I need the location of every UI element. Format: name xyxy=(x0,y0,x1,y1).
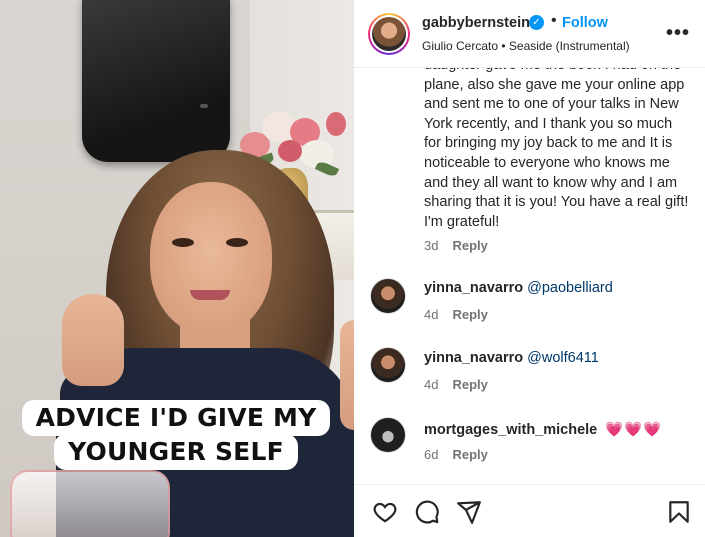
commenter-avatar[interactable] xyxy=(370,278,406,314)
comment-meta: 4d Reply xyxy=(424,377,488,392)
comment-icon[interactable] xyxy=(414,499,440,525)
comment-meta: 3d Reply xyxy=(424,238,488,253)
commenter-avatar[interactable] xyxy=(370,347,406,383)
caption-line-2: YOUNGER SELF xyxy=(54,434,298,470)
post-side-panel: gabbybernstein ✓ • Follow Giulio Cercato… xyxy=(354,0,705,537)
more-options-icon[interactable]: ••• xyxy=(666,22,690,45)
heart-icon[interactable] xyxy=(372,499,398,525)
reel-video[interactable]: ADVICE I'D GIVE MY YOUNGER SELF xyxy=(0,0,354,537)
eye xyxy=(172,238,194,247)
post-actions-bar xyxy=(354,484,705,537)
list-item: yinna_navarro @wolf6411 xyxy=(424,350,599,366)
bookmark-icon[interactable] xyxy=(666,499,692,525)
header-separator: • xyxy=(551,12,557,29)
person-hand xyxy=(62,294,124,386)
comment-time[interactable]: 4d xyxy=(424,307,438,322)
share-icon[interactable] xyxy=(456,499,482,525)
audio-attribution[interactable]: Giulio Cercato • Seaside (Instrumental) xyxy=(422,39,630,53)
commenter-username[interactable]: mortgages_with_michele xyxy=(424,422,597,438)
reply-button[interactable]: Reply xyxy=(452,238,487,253)
video-caption: ADVICE I'D GIVE MY YOUNGER SELF xyxy=(21,400,331,470)
comment-time[interactable]: 6d xyxy=(424,447,438,462)
comment-text: daughter gave me the book I had on the p… xyxy=(424,68,689,230)
comments-thread[interactable]: daughter gave me the book I had on the p… xyxy=(354,68,705,480)
comment-time[interactable]: 3d xyxy=(424,238,438,253)
list-item: yinna_navarro @paobelliard xyxy=(424,280,613,296)
commenter-avatar[interactable] xyxy=(370,417,406,453)
list-item: mortgages_with_michele 💗💗💗 xyxy=(424,421,662,438)
comment-text: 💗💗💗 xyxy=(605,422,663,438)
reply-button[interactable]: Reply xyxy=(452,377,487,392)
commenter-username[interactable]: yinna_navarro xyxy=(424,350,523,366)
towel-dispenser xyxy=(82,0,230,162)
flower xyxy=(278,140,302,162)
person-face xyxy=(150,182,272,334)
person-hand-right xyxy=(340,320,354,430)
caption-line-1: ADVICE I'D GIVE MY xyxy=(21,400,331,436)
author-username[interactable]: gabbybernstein xyxy=(422,15,530,31)
commenter-username[interactable]: yinna_navarro xyxy=(424,280,523,296)
comment-meta: 4d Reply xyxy=(424,307,488,322)
author-avatar[interactable] xyxy=(368,13,410,55)
reply-button[interactable]: Reply xyxy=(452,447,487,462)
avatar-image xyxy=(372,17,406,51)
reply-button[interactable]: Reply xyxy=(452,307,487,322)
verified-badge-icon: ✓ xyxy=(529,15,544,30)
comment-meta: 6d Reply xyxy=(424,447,488,462)
comment-mention[interactable]: @paobelliard xyxy=(527,280,613,296)
clear-pouch xyxy=(10,470,170,537)
eye xyxy=(226,238,248,247)
comment-time[interactable]: 4d xyxy=(424,377,438,392)
follow-button[interactable]: Follow xyxy=(562,15,608,31)
mouth xyxy=(190,290,230,300)
post-header: gabbybernstein ✓ • Follow Giulio Cercato… xyxy=(354,0,705,68)
flower xyxy=(326,112,346,136)
comment-mention[interactable]: @wolf6411 xyxy=(527,350,599,366)
